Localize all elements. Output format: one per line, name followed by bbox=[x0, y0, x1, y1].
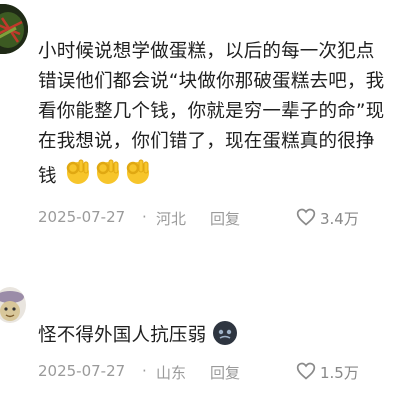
comment-line: 错误他们都会说“块做你那破蛋糕去吧，我 bbox=[38, 71, 385, 92]
user-avatar[interactable] bbox=[0, 287, 26, 323]
comment-text: 怪不得外国人抗压弱 bbox=[38, 320, 238, 351]
cartoon-creature-avatar-icon bbox=[0, 291, 24, 321]
comment-line: 怪不得外国人抗压弱 bbox=[38, 325, 207, 346]
user-avatar[interactable] bbox=[0, 4, 28, 54]
heart-icon[interactable] bbox=[296, 361, 316, 381]
comment-meta: 2025-07-27 · 山东 回复 1.5万 bbox=[38, 362, 400, 382]
reply-button[interactable]: 回复 bbox=[210, 362, 240, 383]
like-count: 3.4万 bbox=[320, 210, 359, 228]
comment-location: 河北 bbox=[156, 210, 187, 228]
comment-line: 在我想说，你们错了，现在蛋糕真的很挣 bbox=[38, 131, 375, 152]
comment-text: 小时候说想学做蛋糕，以后的每一次犯点 错误他们都会说“块做你那破蛋糕去吧，我 看… bbox=[38, 37, 384, 192]
reply-button[interactable]: 回复 bbox=[210, 208, 240, 229]
comment-line: 小时候说想学做蛋糕，以后的每一次犯点 bbox=[38, 41, 375, 62]
heart-icon[interactable] bbox=[296, 207, 316, 227]
comment-line-text: 钱 bbox=[38, 166, 57, 187]
comment-date: 2025-07-27 bbox=[38, 362, 126, 380]
comment-item: 小时候说想学做蛋糕，以后的每一次犯点 错误他们都会说“块做你那破蛋糕去吧，我 看… bbox=[0, 0, 400, 240]
dark-round-face-emoji-icon bbox=[213, 321, 238, 345]
comment-date: 2025-07-27 bbox=[38, 208, 126, 226]
comment-location: 山东 bbox=[156, 364, 187, 382]
ok-hand-emoji-icon bbox=[96, 159, 119, 184]
comment-meta: 2025-07-27 · 河北 回复 3.4万 bbox=[38, 208, 400, 228]
comment-line-last: 钱 bbox=[38, 157, 384, 192]
comment-line: 看你能整几个钱，你就是穷一辈子的命”现 bbox=[38, 101, 385, 122]
meta-separator: · bbox=[142, 362, 147, 380]
meta-separator: · bbox=[142, 208, 147, 226]
ok-hand-emoji-icon bbox=[66, 159, 89, 184]
food-dish-avatar-icon bbox=[0, 4, 28, 54]
like-count: 1.5万 bbox=[320, 364, 359, 382]
ok-hand-emoji-icon bbox=[126, 159, 149, 184]
comment-item: 怪不得外国人抗压弱 2025-07-27 · 山东 回复 1.5万 bbox=[0, 240, 400, 400]
